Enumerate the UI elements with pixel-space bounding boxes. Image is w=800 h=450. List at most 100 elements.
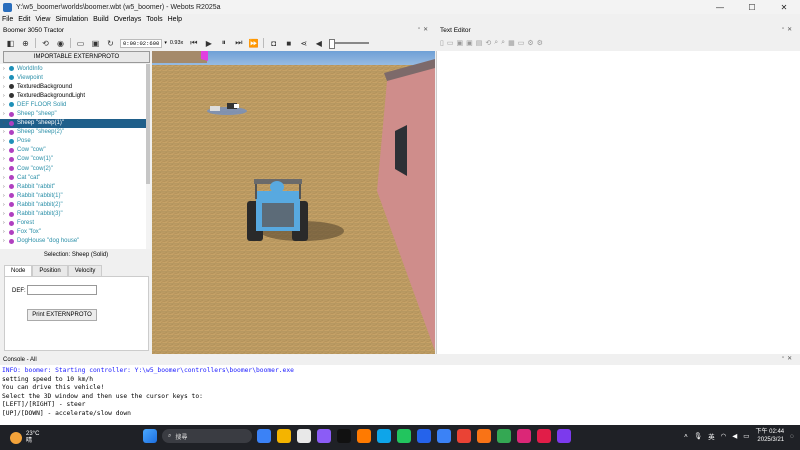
volume-icon[interactable]: ◀ [311, 37, 326, 49]
scene-tree-item[interactable]: › Rabbit "rabbit(2)" [0, 200, 150, 209]
scene-tree-toggle-icon[interactable]: ◧ [3, 37, 18, 49]
weather-widget[interactable]: 23°C 晴 [10, 431, 39, 445]
share-icon[interactable]: ⋖ [296, 37, 311, 49]
notification-icon[interactable]: ◌ [790, 433, 794, 440]
mic-icon[interactable]: 🎙 [694, 432, 702, 440]
taskbar-app-icon[interactable] [397, 429, 411, 443]
taskbar-app-icon[interactable] [377, 429, 391, 443]
taskbar-app-icon[interactable] [557, 429, 571, 443]
scene-tree-item[interactable]: › TexturedBackgroundLight [0, 91, 150, 100]
close-panel-icon[interactable]: ✕ [423, 26, 428, 36]
add-node-icon[interactable]: ⊕ [18, 37, 33, 49]
scene-tree-item[interactable]: › DEF FLOOR Solid [0, 100, 150, 109]
close-panel-icon[interactable]: ✕ [787, 26, 792, 36]
step-icon[interactable]: ⏭ [231, 37, 246, 49]
menu-tools[interactable]: Tools [146, 16, 162, 23]
maximize-button[interactable]: ☐ [736, 0, 768, 14]
taskbar-app-icon[interactable] [477, 429, 491, 443]
fast-forward-icon[interactable]: ⏩ [246, 37, 261, 49]
taskbar-app-icon[interactable] [277, 429, 291, 443]
view-icon[interactable]: ◉ [53, 37, 68, 49]
save-as-icon[interactable]: ▣ [466, 39, 473, 47]
scene-tree-item[interactable]: › TexturedBackground [0, 82, 150, 91]
scene-tree-item[interactable]: › Rabbit "rabbit(3)" [0, 210, 150, 219]
new-file-icon[interactable]: ▯ [440, 39, 444, 47]
pause-icon[interactable]: ⏸ [216, 37, 231, 49]
console-output[interactable]: INFO: boomer: Starting controller: Y:\w5… [0, 365, 800, 425]
scene-tree-item[interactable]: › WorldInfo [0, 64, 150, 73]
scrollbar-thumb[interactable] [146, 64, 150, 184]
menu-edit[interactable]: Edit [18, 16, 30, 23]
battery-icon[interactable]: ▭ [743, 432, 749, 440]
find-icon[interactable]: ⌕ [494, 39, 498, 47]
scene-tree-item[interactable]: › Cow "cow(2)" [0, 164, 150, 173]
chevron-up-icon[interactable]: ˄ [684, 433, 688, 440]
scene-tree-item[interactable]: › Cow "cow" [0, 146, 150, 155]
float-icon[interactable]: ▫ [782, 355, 784, 365]
settings-icon[interactable]: ⚙ [527, 39, 533, 47]
start-button-icon[interactable] [143, 429, 157, 443]
print-externproto-button[interactable]: Print EXTERNPROTO [27, 309, 97, 321]
save-icon[interactable]: ▣ [88, 37, 103, 49]
save-all-icon[interactable]: ▤ [476, 39, 483, 47]
scene-tree-item[interactable]: › Fox "fox" [0, 228, 150, 237]
scene-tree-item[interactable]: › Sheep "sheep" [0, 109, 150, 118]
float-icon[interactable]: ▫ [782, 26, 784, 36]
3d-view[interactable] [152, 51, 435, 354]
play-icon[interactable]: ▶ [201, 37, 216, 49]
step-back-icon[interactable]: ⏮ [186, 37, 201, 49]
scene-tree-item[interactable]: › Rabbit "rabbit" [0, 182, 150, 191]
time-dropdown-icon[interactable]: ▾ [164, 40, 167, 46]
open-icon[interactable]: ▭ [73, 37, 88, 49]
scene-tree-item[interactable]: › Viewpoint [0, 73, 150, 82]
revert-icon[interactable]: ↻ [103, 37, 118, 49]
taskbar-app-icon[interactable] [457, 429, 471, 443]
revert-file-icon[interactable]: ⟲ [485, 39, 491, 47]
menu-overlays[interactable]: Overlays [114, 16, 142, 23]
go-to-icon[interactable]: ▦ [508, 39, 515, 47]
menu-file[interactable]: File [2, 16, 13, 23]
scene-tree-scrollbar[interactable] [146, 64, 150, 249]
scene-tree-item[interactable]: › Cow "cow(1)" [0, 155, 150, 164]
importable-externproto-button[interactable]: IMPORTABLE EXTERNPROTO [3, 51, 150, 63]
screenshot-icon[interactable]: ◘ [266, 37, 281, 49]
scene-tree-item[interactable]: › Cat "cat" [0, 173, 150, 182]
ime-indicator[interactable]: 英 [708, 431, 715, 441]
taskbar-app-icon[interactable] [317, 429, 331, 443]
save-file-icon[interactable]: ▣ [456, 39, 463, 47]
build-icon[interactable]: ⚙ [537, 39, 543, 47]
reload-world-icon[interactable]: ⟲ [38, 37, 53, 49]
taskbar-app-icon[interactable] [337, 429, 351, 443]
print-icon[interactable]: ▭ [518, 39, 525, 47]
wifi-icon[interactable]: ◠ [721, 432, 727, 440]
replace-icon[interactable]: ⌕ [501, 39, 505, 47]
taskbar-app-icon[interactable] [537, 429, 551, 443]
menu-view[interactable]: View [35, 16, 50, 23]
taskbar-search[interactable]: ⌕ 搜尋 [162, 429, 252, 443]
speaker-icon[interactable]: ◀ [732, 432, 737, 440]
close-button[interactable]: ✕ [768, 0, 800, 14]
taskbar-app-icon[interactable] [517, 429, 531, 443]
taskbar-app-icon[interactable] [417, 429, 431, 443]
scene-tree-item[interactable]: › Rabbit "rabbit(1)" [0, 191, 150, 200]
menu-simulation[interactable]: Simulation [55, 16, 88, 23]
taskbar-app-icon[interactable] [297, 429, 311, 443]
close-panel-icon[interactable]: ✕ [787, 355, 792, 365]
menu-help[interactable]: Help [168, 16, 182, 23]
record-icon[interactable]: ■ [281, 37, 296, 49]
clock[interactable]: 下午 02:44 2025/3/21 [755, 428, 784, 444]
taskbar-app-icon[interactable] [257, 429, 271, 443]
scene-tree-item[interactable]: › Sheep "sheep(1)" [0, 118, 150, 128]
volume-slider[interactable] [329, 39, 370, 49]
taskbar-app-icon[interactable] [497, 429, 511, 443]
minimize-button[interactable]: — [704, 0, 736, 14]
text-editor-area[interactable] [436, 51, 800, 354]
scene-tree-item[interactable]: › DogHouse "dog house" [0, 237, 150, 246]
taskbar-app-icon[interactable] [357, 429, 371, 443]
scene-tree-item[interactable]: › Pose [0, 137, 150, 146]
menu-build[interactable]: Build [93, 16, 109, 23]
open-file-icon[interactable]: ▭ [447, 39, 454, 47]
scene-tree-item[interactable]: › Forest [0, 219, 150, 228]
scene-tree-item[interactable]: › Sheep "sheep(2)" [0, 128, 150, 137]
def-input[interactable] [27, 285, 97, 295]
